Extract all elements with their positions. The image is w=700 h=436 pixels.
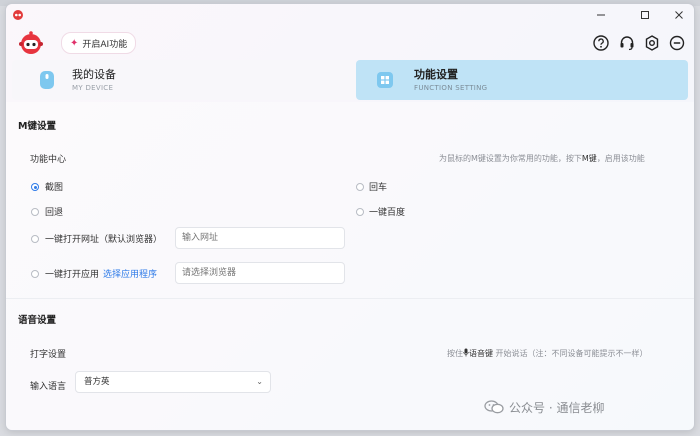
m-key-hint: 为鼠标的M键设置为你常用的功能，按下M键，启用该功能 bbox=[439, 153, 645, 164]
input-language-label: 输入语言 bbox=[30, 382, 67, 392]
voice-hint: 按住 语音键 开始说话（注：不同设备可能提示不一样） bbox=[447, 348, 648, 359]
option-screenshot-label[interactable]: 截图 bbox=[45, 180, 63, 193]
radio-open-url[interactable] bbox=[31, 235, 39, 243]
tab-function-setting-subtitle: FUNCTION SETTING bbox=[414, 84, 488, 92]
app-icon-small bbox=[13, 10, 23, 20]
browser-select-input[interactable] bbox=[175, 262, 345, 284]
app-window: ✦ 开启AI功能 我的设备 MY DEVICE 功能设置 FUNCTION SE… bbox=[6, 4, 694, 430]
tab-function-setting-title: 功能设置 bbox=[414, 68, 458, 81]
window-minimize-button[interactable] bbox=[588, 7, 614, 23]
voice-hint-prefix: 按住 bbox=[447, 349, 463, 358]
watermark: 公众号 · 通信老柳 bbox=[484, 396, 604, 418]
help-icon[interactable] bbox=[592, 34, 610, 52]
m-key-hint-prefix: 为鼠标的M键设置为你常用的功能，按下 bbox=[439, 154, 582, 163]
option-enter-label[interactable]: 回车 bbox=[369, 180, 387, 193]
window-close-button[interactable] bbox=[666, 7, 692, 23]
url-input[interactable] bbox=[175, 227, 345, 249]
background-edge-mark bbox=[0, 392, 6, 402]
enable-ai-button[interactable]: ✦ 开启AI功能 bbox=[61, 32, 137, 54]
mouse-device-icon bbox=[40, 71, 54, 89]
voice-hint-suffix: 开始说话（注：不同设备可能提示不一样） bbox=[493, 349, 648, 358]
m-key-hint-key: M键 bbox=[581, 154, 597, 163]
headset-icon[interactable] bbox=[618, 34, 636, 52]
input-language-select[interactable]: 普方英 ⌄ bbox=[75, 371, 271, 393]
m-key-hint-suffix: ，启用该功能 bbox=[596, 154, 645, 163]
close-icon bbox=[675, 11, 683, 19]
tab-function-setting[interactable]: 功能设置 FUNCTION SETTING bbox=[356, 60, 688, 100]
option-back-label[interactable]: 回退 bbox=[45, 205, 63, 218]
typing-settings-label: 打字设置 bbox=[30, 350, 67, 360]
minimize-icon bbox=[597, 14, 605, 16]
window-maximize-button[interactable] bbox=[632, 7, 658, 23]
input-language-value: 普方英 bbox=[84, 377, 110, 387]
title-bar bbox=[6, 4, 694, 26]
tab-my-device-subtitle: MY DEVICE bbox=[72, 84, 114, 92]
radio-baidu[interactable] bbox=[356, 208, 364, 216]
voice-section-title: 语音设置 bbox=[18, 315, 57, 326]
section-divider bbox=[6, 298, 694, 299]
function-center-label: 功能中心 bbox=[30, 155, 67, 165]
watermark-text: 公众号 · 通信老柳 bbox=[509, 400, 605, 415]
radio-back[interactable] bbox=[31, 208, 39, 216]
chevron-down-icon: ⌄ bbox=[256, 377, 263, 386]
tab-my-device-title: 我的设备 bbox=[72, 68, 116, 81]
radio-screenshot[interactable] bbox=[31, 183, 39, 191]
voice-hint-key: 语音键 bbox=[469, 349, 493, 358]
tab-my-device[interactable]: 我的设备 MY DEVICE bbox=[12, 60, 356, 100]
option-baidu-label[interactable]: 一键百度 bbox=[369, 205, 405, 218]
m-key-section-title: M键设置 bbox=[18, 121, 56, 132]
radio-enter[interactable] bbox=[356, 183, 364, 191]
robot-logo-icon bbox=[19, 31, 43, 54]
main-tabs: 我的设备 MY DEVICE 功能设置 FUNCTION SETTING bbox=[6, 60, 694, 102]
option-open-app-label[interactable]: 一键打开应用 bbox=[45, 267, 99, 280]
enable-ai-label: 开启AI功能 bbox=[82, 39, 128, 50]
function-grid-icon bbox=[377, 72, 393, 88]
radio-open-app[interactable] bbox=[31, 270, 39, 278]
select-app-link[interactable]: 选择应用程序 bbox=[103, 267, 157, 280]
option-open-url-label[interactable]: 一键打开网址（默认浏览器） bbox=[45, 232, 162, 245]
wechat-logo-icon bbox=[484, 400, 504, 414]
sparkle-icon: ✦ bbox=[70, 37, 79, 49]
maximize-icon bbox=[641, 11, 649, 19]
settings-content: M键设置 功能中心 为鼠标的M键设置为你常用的功能，按下M键，启用该功能 截图 … bbox=[6, 102, 694, 430]
gear-icon[interactable] bbox=[643, 34, 661, 52]
app-header: ✦ 开启AI功能 bbox=[6, 26, 694, 62]
collapse-icon[interactable] bbox=[668, 34, 686, 52]
